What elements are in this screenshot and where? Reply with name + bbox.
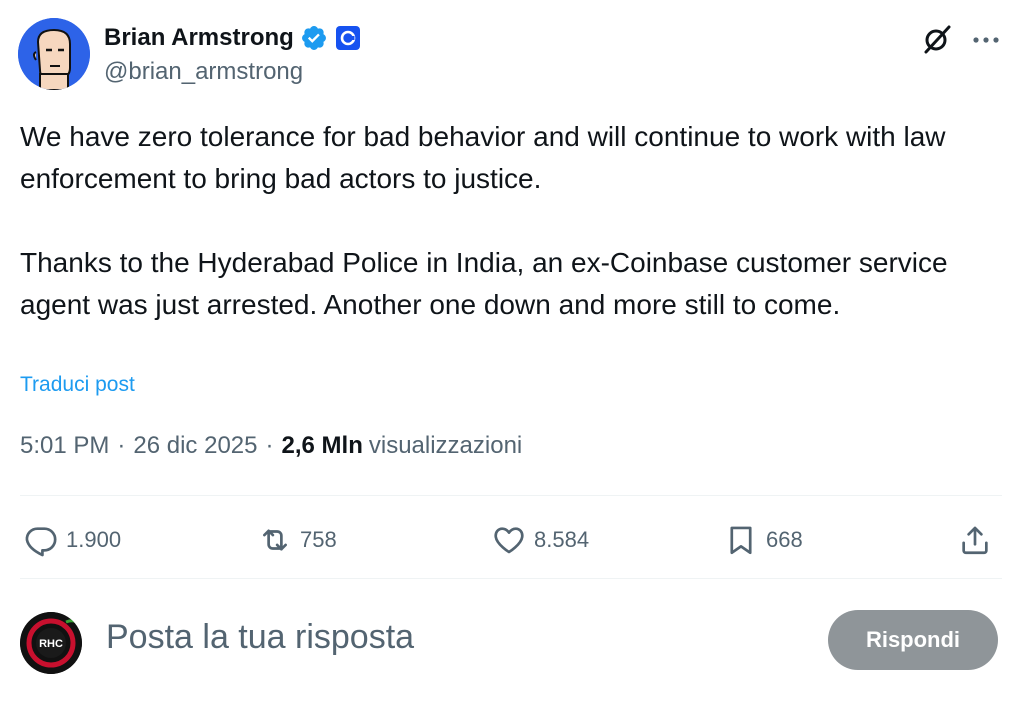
verified-badge-icon[interactable] [300, 24, 328, 52]
author-name-row: Brian Armstrong [104, 20, 360, 56]
bookmark-button[interactable]: 668 [724, 512, 803, 568]
repost-count: 758 [300, 527, 337, 552]
views-count: 2,6 Mln [281, 432, 363, 459]
reply-submit-button[interactable]: Rispondi [828, 610, 998, 670]
reply-count: 1.900 [66, 527, 122, 552]
grok-icon[interactable] [920, 22, 954, 56]
post-date[interactable]: 26 dic 2025 [133, 432, 257, 460]
author-handle[interactable]: @brian_armstrong [104, 58, 303, 86]
repost-icon [263, 529, 287, 551]
heart-icon [494, 527, 524, 554]
author-avatar[interactable] [18, 18, 90, 90]
more-options-icon[interactable] [970, 24, 1002, 56]
like-button[interactable]: 8.584 [492, 512, 589, 568]
avatar-illustration [18, 18, 90, 90]
like-count: 8.584 [534, 527, 590, 552]
avatar-text: RHC [39, 638, 63, 650]
post-time[interactable]: 5:01 PM [20, 432, 109, 460]
translate-post-link[interactable]: Traduci post [20, 373, 135, 397]
separator-dot: · [117, 432, 126, 459]
divider [20, 495, 1002, 496]
repost-button[interactable]: 758 [258, 512, 337, 568]
reply-icon [25, 527, 57, 557]
share-button[interactable] [958, 512, 992, 568]
user-avatar[interactable]: RHC [20, 612, 82, 674]
post-text: We have zero tolerance for bad behavior … [20, 121, 948, 320]
post-metadata: 5:01 PM · 26 dic 2025 · 2,6 Mln visualiz… [20, 432, 522, 460]
reply-input[interactable]: Posta la tua risposta [106, 618, 414, 657]
views-label: visualizzazioni [368, 432, 523, 459]
separator-dot: · [265, 432, 274, 459]
action-bar: 1.900 758 8.584 668 [20, 512, 1002, 568]
author-name[interactable]: Brian Armstrong [104, 24, 294, 52]
tweet: Brian Armstrong @brian_armstrong We have… [0, 0, 1024, 725]
reply-button[interactable]: 1.900 [24, 512, 121, 568]
bookmark-count: 668 [766, 527, 803, 552]
rhc-logo-icon: RHC [20, 612, 82, 674]
divider [20, 578, 1002, 579]
share-icon [962, 526, 988, 555]
bookmark-icon [730, 526, 752, 555]
coinbase-logo-icon[interactable] [335, 26, 360, 50]
